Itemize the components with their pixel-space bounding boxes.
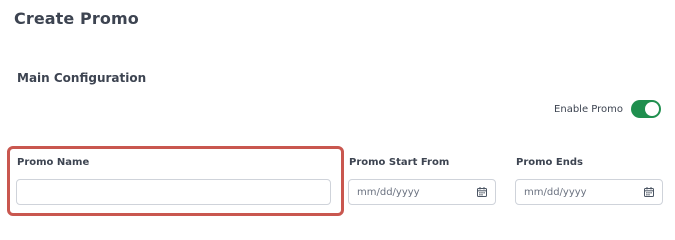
promo-ends-date-input[interactable]: mm/dd/yyyy (515, 179, 663, 205)
enable-promo-row: Enable Promo (554, 100, 661, 118)
promo-name-input[interactable] (16, 179, 331, 205)
enable-promo-label: Enable Promo (554, 103, 623, 115)
promo-name-label: Promo Name (17, 157, 90, 168)
calendar-icon[interactable] (644, 187, 654, 197)
promo-ends-label: Promo Ends (516, 157, 583, 168)
promo-start-placeholder: mm/dd/yyyy (357, 186, 420, 198)
calendar-icon[interactable] (477, 187, 487, 197)
section-title: Main Configuration (17, 71, 147, 85)
toggle-knob (645, 102, 659, 116)
promo-start-date-input[interactable]: mm/dd/yyyy (348, 179, 496, 205)
promo-ends-placeholder: mm/dd/yyyy (524, 186, 587, 198)
page-title: Create Promo (14, 9, 139, 28)
enable-promo-toggle[interactable] (631, 100, 661, 118)
promo-start-label: Promo Start From (349, 157, 450, 168)
